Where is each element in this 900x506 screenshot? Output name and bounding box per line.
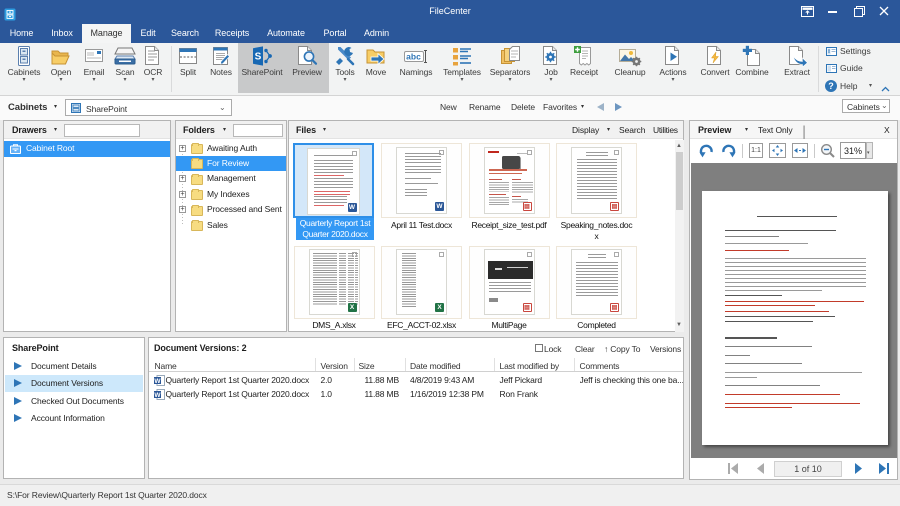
svg-text:abc: abc bbox=[406, 52, 421, 62]
svg-text:S: S bbox=[255, 52, 262, 63]
svg-text:W: W bbox=[154, 392, 161, 399]
svg-text:W: W bbox=[154, 378, 161, 385]
svg-text:?: ? bbox=[828, 81, 834, 91]
